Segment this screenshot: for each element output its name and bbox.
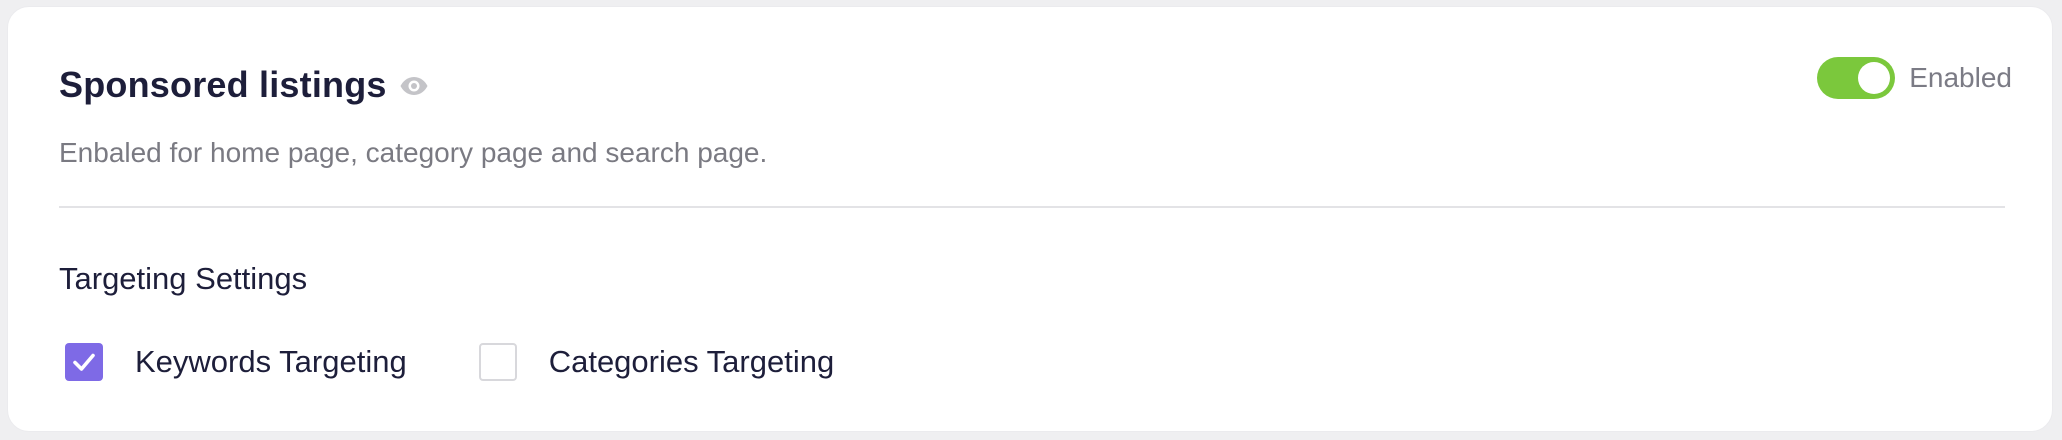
keywords-targeting-option[interactable]: Keywords Targeting — [65, 342, 407, 382]
toggle-knob — [1858, 62, 1891, 94]
enabled-toggle-group: Enabled — [1817, 57, 2012, 99]
categories-targeting-checkbox[interactable] — [478, 343, 517, 381]
sponsored-listings-card: Sponsored listings Enabled Enbaled for h… — [7, 6, 2053, 432]
keywords-targeting-checkbox[interactable] — [65, 343, 103, 381]
eye-icon[interactable] — [399, 75, 429, 97]
card-description: Enbaled for home page, category page and… — [59, 137, 768, 168]
divider — [59, 206, 2005, 208]
categories-targeting-option[interactable]: Categories Targeting — [478, 342, 835, 382]
toggle-label: Enabled — [1909, 62, 2012, 93]
targeting-options: Keywords Targeting Categories Targeting — [65, 342, 834, 382]
card-header: Sponsored listings — [59, 63, 429, 107]
card-title: Sponsored listings — [59, 64, 387, 105]
targeting-settings-title: Targeting Settings — [59, 261, 308, 296]
categories-targeting-label: Categories Targeting — [548, 344, 835, 379]
enabled-toggle[interactable] — [1817, 57, 1896, 99]
checkmark-icon — [73, 353, 95, 371]
keywords-targeting-label: Keywords Targeting — [135, 344, 407, 379]
